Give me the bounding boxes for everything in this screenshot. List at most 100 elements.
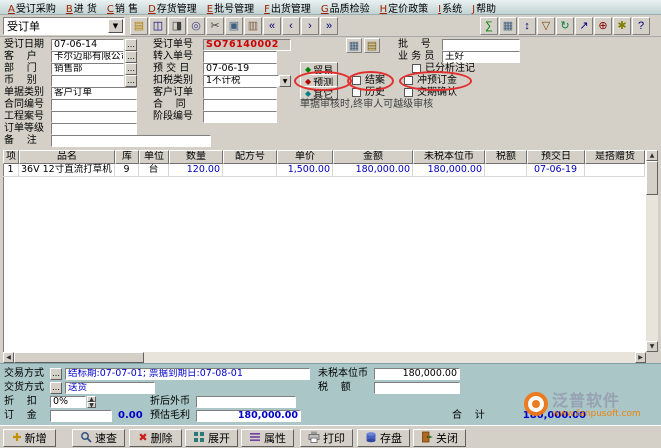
star-icon[interactable]: ✱ [613, 17, 631, 35]
col-header-duedate[interactable]: 预交日 [527, 150, 585, 164]
menu-item-incoming[interactable]: B进 货 [61, 0, 102, 15]
quick-search-button[interactable]: 速查 [72, 429, 125, 447]
link-icon[interactable]: ⊕ [594, 17, 612, 35]
cell-duedate[interactable]: 07-06-19 [527, 164, 585, 177]
menu-item-shipping[interactable]: F出货管理 [259, 0, 316, 15]
cell-product[interactable]: 36V 12寸直流打草机 [19, 164, 115, 177]
batch-field[interactable] [442, 39, 520, 51]
remarks-field[interactable] [51, 135, 211, 147]
col-header-untaxed[interactable]: 未税本位币 [413, 150, 485, 164]
cut-icon[interactable]: ✂ [206, 17, 224, 35]
menu-item-batch[interactable]: E批号管理 [202, 0, 259, 15]
expand-button[interactable]: 展开 [185, 429, 238, 447]
horizontal-scroll-thumb[interactable] [14, 352, 144, 363]
cell-item[interactable]: 1 [3, 164, 19, 177]
doc-category-field[interactable]: 客户订单 [51, 87, 137, 99]
due-date-field[interactable]: 07-06-19 [203, 63, 277, 75]
note-icon[interactable]: ▤ [364, 38, 380, 53]
order-lines-grid[interactable] [3, 150, 646, 352]
prev-record-icon[interactable]: ‹ [282, 17, 300, 35]
col-header-tax[interactable]: 税额 [485, 150, 527, 164]
cell-unit[interactable]: 台 [139, 164, 169, 177]
col-header-gift[interactable]: 是搭赠货 [585, 150, 645, 164]
export-icon[interactable]: ↗ [575, 17, 593, 35]
copy-icon[interactable]: ▣ [225, 17, 243, 35]
closed-checkbox[interactable] [352, 76, 361, 85]
customer-browse-button[interactable]: … [125, 51, 137, 63]
doc-type-combo[interactable]: 受订单 ▼ [3, 17, 125, 35]
delivery-method-field[interactable]: 送货 [65, 382, 155, 394]
delivery-method-browse-button[interactable]: … [50, 382, 62, 394]
col-header-product[interactable]: 品名 [19, 150, 115, 164]
last-record-icon[interactable]: » [320, 17, 338, 35]
order-date-field[interactable]: 07-06-14 [51, 39, 124, 51]
col-header-item[interactable]: 项 [3, 150, 19, 164]
filter-icon[interactable]: ▽ [537, 17, 555, 35]
preview-icon[interactable]: ◎ [187, 17, 205, 35]
close-button[interactable]: 关闭 [413, 429, 466, 447]
refresh-icon[interactable]: ↻ [556, 17, 574, 35]
tax-amount-field[interactable] [374, 382, 460, 394]
cell-untaxed[interactable]: 180,000.00 [413, 164, 485, 177]
scroll-down-icon[interactable]: ▼ [646, 341, 658, 352]
menu-item-system[interactable]: I系统 [433, 0, 467, 15]
cell-warehouse[interactable]: 9 [115, 164, 139, 177]
col-header-warehouse[interactable]: 库 [115, 150, 139, 164]
other-button[interactable]: ◆其它 [300, 86, 338, 100]
table-row[interactable]: 1 36V 12寸直流打草机 9 台 120.00 1,500.00 180,0… [3, 164, 645, 177]
sort-icon[interactable]: ↕ [518, 17, 536, 35]
salesman-field[interactable]: 王好 [442, 51, 520, 63]
col-header-qty[interactable]: 数量 [169, 150, 223, 164]
menu-item-order-purchase[interactable]: A受订采购 [3, 0, 61, 15]
col-header-amount[interactable]: 金额 [333, 150, 413, 164]
first-record-icon[interactable]: « [263, 17, 281, 35]
menu-item-help[interactable]: J帮助 [467, 0, 501, 15]
cell-tax[interactable] [485, 164, 527, 177]
menu-item-pricing[interactable]: H定价政策 [375, 0, 434, 15]
cell-amount[interactable]: 180,000.00 [333, 164, 413, 177]
print-icon[interactable]: ◨ [168, 17, 186, 35]
payment-method-browse-button[interactable]: … [50, 368, 62, 380]
help-icon[interactable]: ? [632, 17, 650, 35]
calc-icon[interactable]: ▦ [346, 38, 362, 53]
order-grade-field[interactable] [51, 123, 137, 135]
new-doc-icon[interactable]: ▤ [130, 17, 148, 35]
department-browse-button[interactable]: … [125, 63, 137, 75]
properties-button[interactable]: 属性 [241, 429, 294, 447]
department-field[interactable]: 销售部 [51, 63, 124, 75]
paste-icon[interactable]: ▥ [244, 17, 262, 35]
stage-no-field[interactable] [203, 111, 277, 123]
sum-icon[interactable]: ∑ [480, 17, 498, 35]
cell-price[interactable]: 1,500.00 [277, 164, 333, 177]
currency-field[interactable] [51, 75, 124, 87]
grid-icon[interactable]: ▦ [499, 17, 517, 35]
contract-no-field[interactable] [51, 99, 137, 111]
project-no-field[interactable] [51, 111, 137, 123]
discount-spin-down-icon[interactable]: ▼ [87, 402, 96, 408]
new-button[interactable]: ✚新增 [3, 429, 56, 447]
next-record-icon[interactable]: › [301, 17, 319, 35]
tax-type-dropdown-icon[interactable]: ▼ [279, 75, 291, 87]
payment-method-field[interactable]: 结标期:07-07-01; 票据到期日:07-08-01 [65, 368, 310, 380]
save-icon[interactable]: ◫ [149, 17, 167, 35]
delete-button[interactable]: ✖删除 [129, 429, 182, 447]
menu-item-sales[interactable]: C销 售 [102, 0, 143, 15]
delivery-confirm-checkbox[interactable] [404, 88, 413, 97]
scroll-left-icon[interactable]: ◀ [3, 352, 14, 363]
contract-field[interactable] [203, 99, 277, 111]
menu-item-inventory[interactable]: D存货管理 [143, 0, 202, 15]
vertical-scroll-thumb[interactable] [646, 161, 658, 195]
col-header-price[interactable]: 单价 [277, 150, 333, 164]
save-button[interactable]: 存盘 [357, 429, 410, 447]
col-header-formula[interactable]: 配方号 [223, 150, 277, 164]
after-discount-fx-field[interactable] [196, 396, 296, 408]
est-profit-field[interactable]: 180,000.00 [196, 410, 301, 422]
scroll-right-icon[interactable]: ▶ [635, 352, 646, 363]
cell-qty[interactable]: 120.00 [169, 164, 223, 177]
menu-item-quality[interactable]: G品质检验 [316, 0, 375, 15]
cell-formula[interactable] [223, 164, 277, 177]
history-checkbox[interactable] [352, 88, 361, 97]
tax-type-combo[interactable]: 1不计税 [203, 75, 279, 87]
analyzed-checkbox[interactable] [412, 64, 421, 73]
untaxed-base-field[interactable]: 180,000.00 [374, 368, 460, 380]
